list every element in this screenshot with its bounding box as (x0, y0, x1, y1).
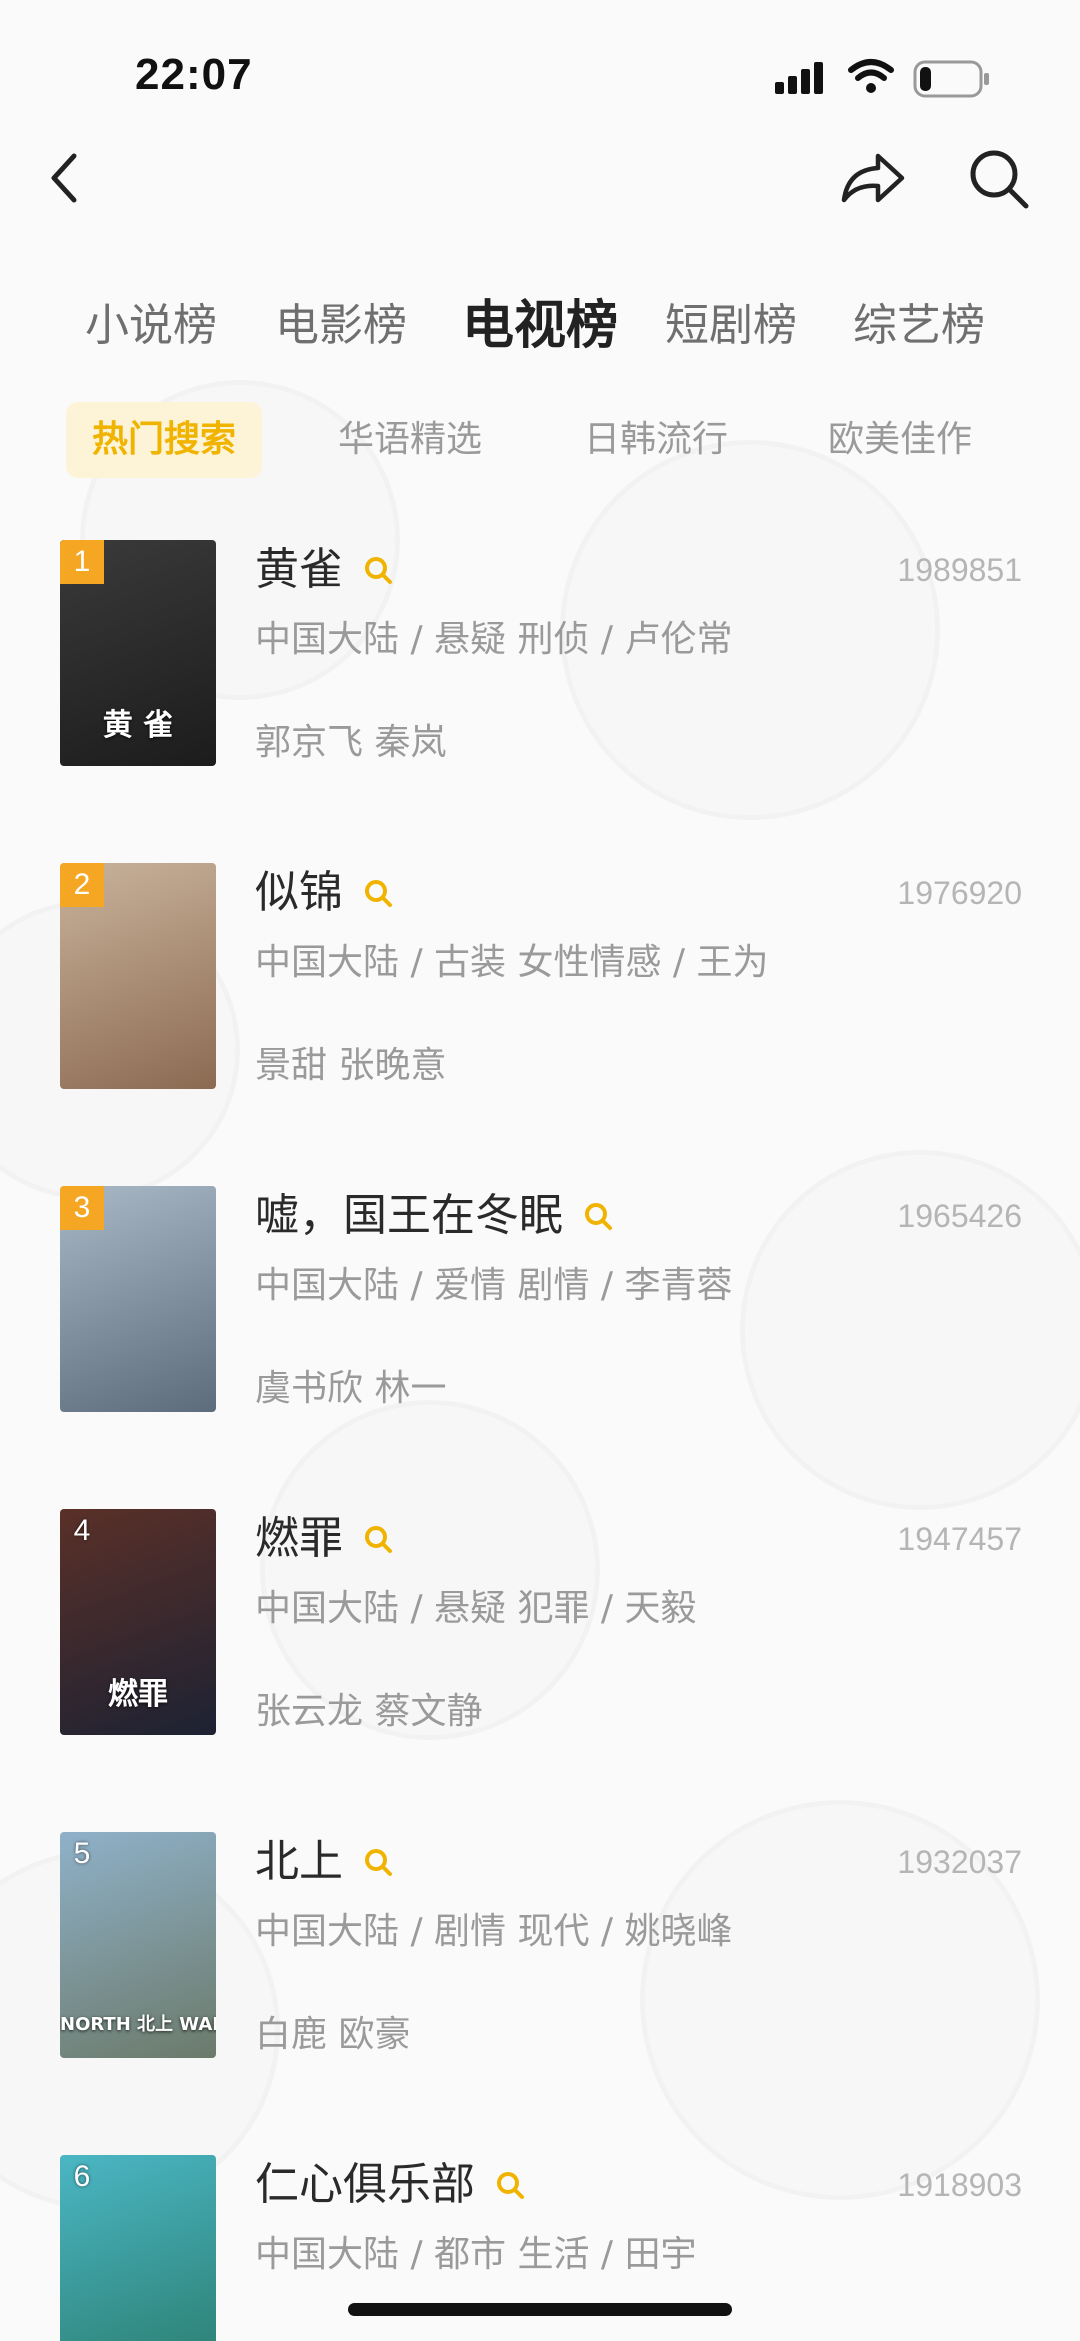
item-score: 1965426 (897, 1198, 1022, 1234)
item-meta: 中国大陆 / 都市 生活 / 田宇 (255, 2234, 697, 2275)
poster-caption: 燃罪 (108, 1677, 168, 1712)
search-icon[interactable] (363, 878, 393, 908)
item-title-text: 黄雀 (255, 544, 343, 595)
list-item[interactable]: 5 NORTH 北上 WARD 北上 1932037 中国大陆 / 剧情 现代 … (0, 1830, 1080, 2070)
item-meta: 中国大陆 / 爱情 剧情 / 李青蓉 (255, 1265, 733, 1306)
subtab-chinese[interactable]: 华语精选 (338, 402, 482, 478)
item-meta: 中国大陆 / 剧情 现代 / 姚晓峰 (255, 1911, 733, 1952)
list-item[interactable]: 1 黄 雀 黄雀 1989851 中国大陆 / 悬疑 刑侦 / 卢伦常 郭京飞 … (0, 538, 1080, 778)
poster-image: 5 NORTH 北上 WARD (60, 1832, 216, 2058)
item-cast: 郭京飞 秦岚 (255, 722, 447, 763)
search-icon[interactable] (495, 2170, 525, 2200)
item-title-text: 燃罪 (255, 1513, 343, 1564)
item-score: 1947457 (897, 1521, 1022, 1557)
item-cast: 张云龙 蔡文静 (255, 1691, 483, 1732)
signal-icon (775, 62, 823, 94)
item-meta: 中国大陆 / 悬疑 刑侦 / 卢伦常 (255, 619, 733, 660)
item-title-text: 似锦 (255, 867, 343, 918)
poster-caption: 黄 雀 (102, 708, 174, 743)
tab-movie[interactable]: 电影榜 (275, 290, 407, 362)
screen: 22:07 小说榜 电影榜 电视榜 短剧榜 综艺榜 热门搜索 华语精选 日韩流行… (0, 0, 1080, 2341)
item-title: 仁心俱乐部 (255, 2155, 525, 2215)
poster-caption: NORTH 北上 WARD (60, 2014, 216, 2035)
item-title: 北上 (255, 1832, 393, 1892)
item-score: 1918903 (897, 2167, 1022, 2203)
poster-image: 3 (60, 1186, 216, 1412)
rank-badge: 5 (73, 1837, 91, 1870)
wifi-icon (848, 59, 894, 93)
rank-badge: 6 (73, 2160, 91, 2193)
item-cast: 景甜 张晚意 (255, 1045, 447, 1086)
item-cast: 白鹿 欧豪 (255, 2014, 411, 2055)
tab-short-drama[interactable]: 短剧榜 (665, 290, 797, 362)
item-title: 黄雀 (255, 540, 393, 600)
rank-badge: 2 (60, 863, 104, 907)
poster-image: 1 黄 雀 (60, 540, 216, 766)
tab-variety[interactable]: 综艺榜 (853, 290, 985, 362)
home-indicator (348, 2303, 732, 2316)
item-score: 1989851 (897, 552, 1022, 588)
item-meta: 中国大陆 / 古装 女性情感 / 王为 (255, 942, 769, 983)
list-item[interactable]: 4 燃罪 燃罪 1947457 中国大陆 / 悬疑 犯罪 / 天毅 张云龙 蔡文… (0, 1507, 1080, 1747)
search-icon[interactable] (583, 1201, 613, 1231)
poster-image: 2 (60, 863, 216, 1089)
rank-badge: 1 (60, 540, 104, 584)
back-button[interactable] (40, 148, 90, 208)
search-button[interactable] (966, 146, 1032, 212)
battery-icon (913, 60, 989, 98)
status-time: 22:07 (135, 50, 253, 99)
tab-novel[interactable]: 小说榜 (85, 290, 217, 362)
status-bar: 22:07 (0, 0, 1080, 130)
search-icon[interactable] (363, 1524, 393, 1554)
list-item[interactable]: 2 似锦 1976920 中国大陆 / 古装 女性情感 / 王为 景甜 张晚意 (0, 861, 1080, 1101)
item-score: 1976920 (897, 875, 1022, 911)
search-icon[interactable] (363, 555, 393, 585)
poster-image: 4 燃罪 (60, 1509, 216, 1735)
subtab-western[interactable]: 欧美佳作 (828, 402, 972, 478)
item-title: 似锦 (255, 863, 393, 923)
item-title-text: 嘘，国王在冬眠 (255, 1190, 563, 1241)
main-tabs: 小说榜 电影榜 电视榜 短剧榜 综艺榜 (0, 290, 1080, 370)
rank-badge: 3 (60, 1186, 104, 1230)
tab-tv[interactable]: 电视榜 (462, 290, 618, 362)
share-button[interactable] (838, 148, 908, 212)
item-title: 嘘，国王在冬眠 (255, 1186, 613, 1246)
rank-badge: 4 (73, 1514, 91, 1547)
list-item[interactable]: 3 嘘，国王在冬眠 1965426 中国大陆 / 爱情 剧情 / 李青蓉 虞书欣… (0, 1184, 1080, 1424)
subtab-hot-search[interactable]: 热门搜索 (66, 402, 263, 478)
item-title-text: 北上 (255, 1836, 343, 1887)
item-title: 燃罪 (255, 1509, 393, 1569)
item-score: 1932037 (897, 1844, 1022, 1880)
search-icon[interactable] (363, 1847, 393, 1877)
item-cast: 虞书欣 林一 (255, 1368, 447, 1409)
poster-image: 6 (60, 2155, 216, 2341)
subtab-japan-korea[interactable]: 日韩流行 (584, 402, 728, 478)
item-title-text: 仁心俱乐部 (255, 2159, 475, 2210)
sub-tabs: 热门搜索 华语精选 日韩流行 欧美佳作 (0, 402, 1080, 478)
item-meta: 中国大陆 / 悬疑 犯罪 / 天毅 (255, 1588, 697, 1629)
